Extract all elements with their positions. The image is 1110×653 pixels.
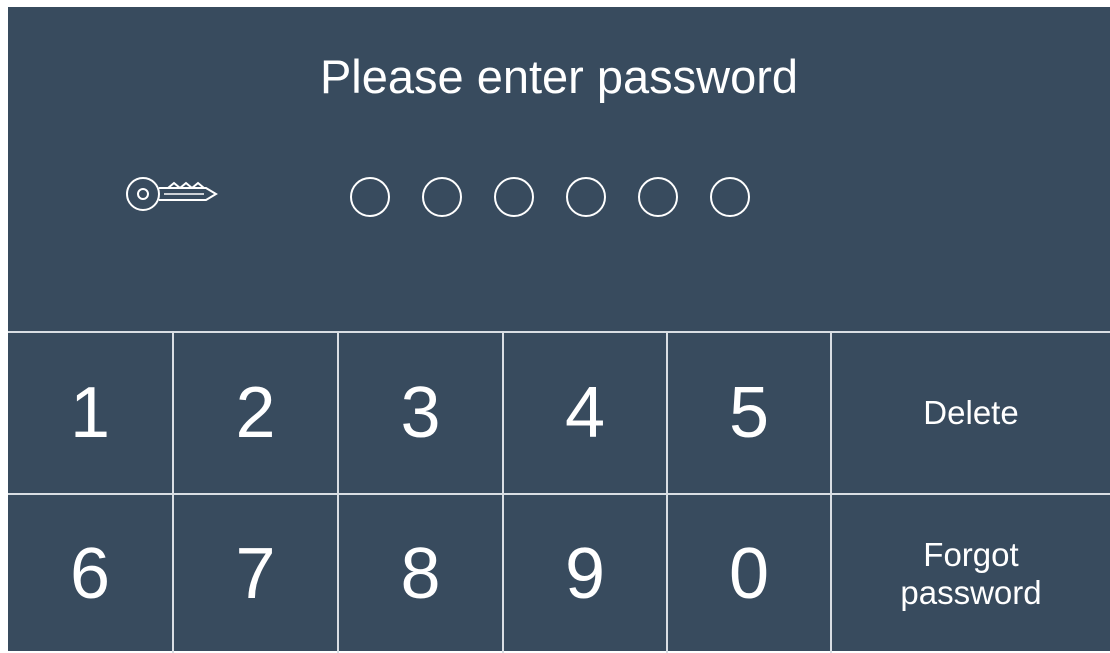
key-label: 1 <box>69 373 111 453</box>
key-8-button[interactable]: 8 <box>339 495 504 653</box>
password-dots <box>350 175 750 219</box>
key-label: 4 <box>564 373 606 453</box>
password-dot <box>638 177 678 217</box>
delete-label: Delete <box>923 394 1019 431</box>
password-dot <box>494 177 534 217</box>
password-dot <box>350 177 390 217</box>
key-label: 3 <box>400 373 441 453</box>
forgot-password-label: Forgot password <box>900 536 1042 611</box>
key-4-button[interactable]: 4 <box>504 333 668 493</box>
key-9-button[interactable]: 9 <box>504 495 668 653</box>
delete-button[interactable]: Delete <box>832 333 1110 493</box>
page-title: Please enter password <box>319 50 799 103</box>
key-0-button[interactable]: 0 <box>668 495 832 653</box>
key-icon <box>126 177 218 211</box>
key-7-button[interactable]: 7 <box>174 495 339 653</box>
key-1-button[interactable]: 1 <box>8 333 174 493</box>
keypad: 1 2 3 4 5 Delete 6 7 8 9 0 Forgot passwo… <box>8 331 1110 653</box>
password-dot <box>422 177 462 217</box>
key-label: 2 <box>235 373 276 453</box>
key-label: 7 <box>235 534 276 614</box>
password-dot <box>710 177 750 217</box>
key-label: 5 <box>728 373 770 453</box>
keypad-row: 1 2 3 4 5 Delete <box>8 333 1110 493</box>
password-screen: Please enter password 1 2 3 4 5 Delete 6… <box>8 7 1110 653</box>
key-6-button[interactable]: 6 <box>8 495 174 653</box>
key-5-button[interactable]: 5 <box>668 333 832 493</box>
keypad-row: 6 7 8 9 0 Forgot password <box>8 493 1110 653</box>
key-label: 9 <box>564 534 606 614</box>
key-label: 0 <box>728 534 770 614</box>
key-label: 8 <box>400 534 441 614</box>
password-dot <box>566 177 606 217</box>
key-label: 6 <box>69 534 111 614</box>
forgot-password-button[interactable]: Forgot password <box>832 495 1110 653</box>
key-3-button[interactable]: 3 <box>339 333 504 493</box>
key-2-button[interactable]: 2 <box>174 333 339 493</box>
